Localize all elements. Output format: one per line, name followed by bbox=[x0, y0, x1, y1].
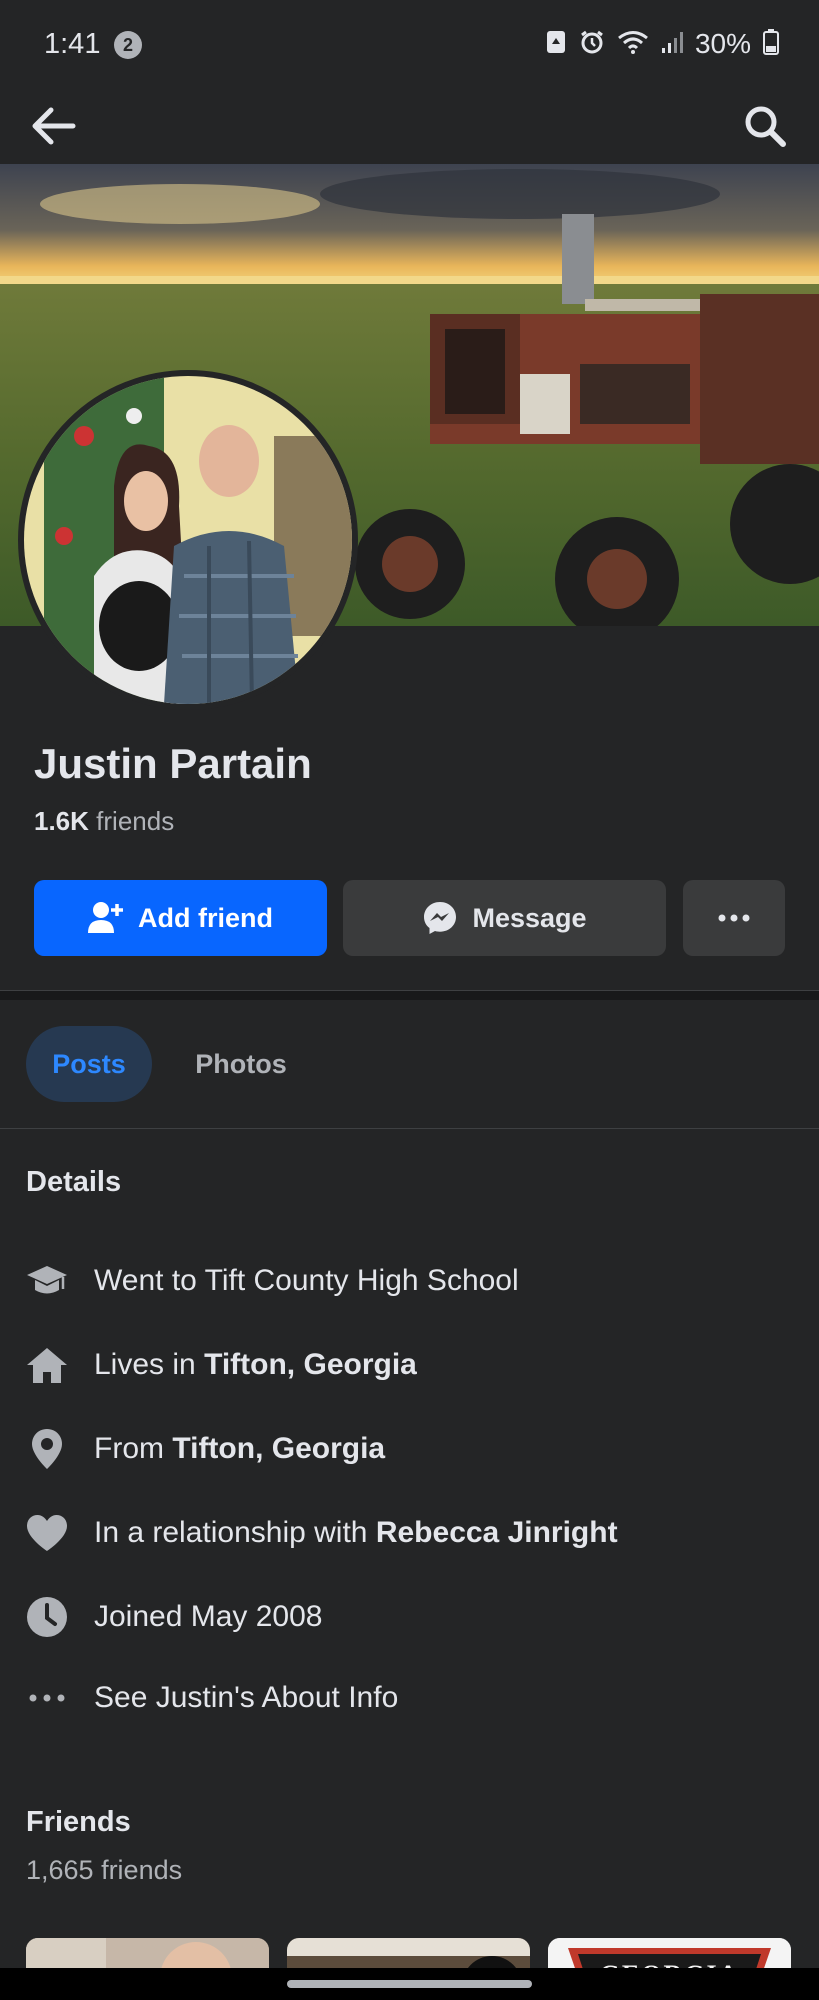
add-friend-label: Add friend bbox=[138, 902, 273, 933]
home-indicator[interactable] bbox=[287, 1980, 532, 1988]
add-person-icon bbox=[88, 902, 123, 933]
detail-education[interactable]: Went to Tift County High School bbox=[26, 1257, 796, 1305]
battery-icon bbox=[763, 28, 779, 60]
detail-from-prefix: From bbox=[94, 1432, 173, 1465]
more-dots-icon bbox=[26, 1677, 68, 1719]
detail-lives-in-prefix: Lives in bbox=[94, 1348, 205, 1381]
add-friend-button[interactable]: Add friend bbox=[34, 880, 327, 956]
top-navigation bbox=[0, 90, 819, 164]
profile-name: Justin Partain bbox=[34, 740, 312, 787]
see-about-info[interactable]: See Justin's About Info bbox=[26, 1674, 796, 1722]
alarm-icon bbox=[579, 29, 605, 60]
friends-total: 1,665 friends bbox=[26, 1855, 183, 1885]
recycle-icon bbox=[545, 29, 567, 60]
friends-count-label: friends bbox=[96, 806, 175, 836]
heart-icon bbox=[26, 1512, 68, 1554]
more-options-button[interactable] bbox=[683, 880, 785, 956]
detail-joined: Joined May 2008 bbox=[26, 1593, 796, 1641]
tabs-divider bbox=[0, 1128, 819, 1129]
status-bar: 1:41 2 30% bbox=[0, 0, 819, 90]
detail-relationship-partner[interactable]: Rebecca Jinright bbox=[376, 1516, 618, 1549]
detail-from-place[interactable]: Tifton, Georgia bbox=[172, 1432, 385, 1465]
section-divider bbox=[0, 990, 819, 1000]
search-icon bbox=[745, 106, 786, 147]
detail-joined-text: Joined May 2008 bbox=[94, 1600, 323, 1633]
wifi-icon bbox=[617, 29, 649, 60]
friends-count-number: 1.6K bbox=[34, 806, 89, 836]
tab-photos[interactable]: Photos bbox=[166, 1026, 316, 1102]
notification-badge: 2 bbox=[114, 31, 142, 59]
more-dots-icon bbox=[718, 914, 750, 922]
graduation-cap-icon bbox=[26, 1260, 68, 1302]
see-about-info-label: See Justin's About Info bbox=[94, 1681, 399, 1714]
profile-actions: Add friend Message bbox=[34, 880, 786, 956]
message-label: Message bbox=[472, 902, 587, 933]
back-arrow-icon bbox=[32, 107, 76, 145]
detail-relationship-prefix: In a relationship with bbox=[94, 1516, 376, 1549]
messenger-icon bbox=[424, 902, 457, 934]
detail-from[interactable]: From Tifton, Georgia bbox=[26, 1425, 796, 1473]
search-button[interactable] bbox=[737, 98, 793, 154]
detail-lives-in-place[interactable]: Tifton, Georgia bbox=[204, 1348, 417, 1381]
location-pin-icon bbox=[26, 1428, 68, 1470]
back-button[interactable] bbox=[26, 98, 82, 154]
message-button[interactable]: Message bbox=[343, 880, 666, 956]
status-icons: 30% bbox=[545, 26, 779, 62]
battery-percent: 30% bbox=[694, 28, 751, 59]
profile-friends-count[interactable]: 1.6K friends bbox=[34, 806, 174, 837]
detail-education-text: Went to Tift County High School bbox=[94, 1264, 519, 1297]
detail-relationship[interactable]: In a relationship with Rebecca Jinright bbox=[26, 1509, 796, 1557]
status-time: 1:41 bbox=[44, 28, 101, 60]
home-icon bbox=[26, 1344, 68, 1386]
friends-heading: Friends bbox=[26, 1806, 131, 1838]
tab-posts[interactable]: Posts bbox=[26, 1026, 152, 1102]
details-heading: Details bbox=[26, 1166, 122, 1198]
detail-lives-in[interactable]: Lives in Tifton, Georgia bbox=[26, 1341, 796, 1389]
profile-picture[interactable] bbox=[18, 370, 358, 710]
clock-icon bbox=[26, 1596, 68, 1638]
signal-icon bbox=[661, 30, 683, 59]
